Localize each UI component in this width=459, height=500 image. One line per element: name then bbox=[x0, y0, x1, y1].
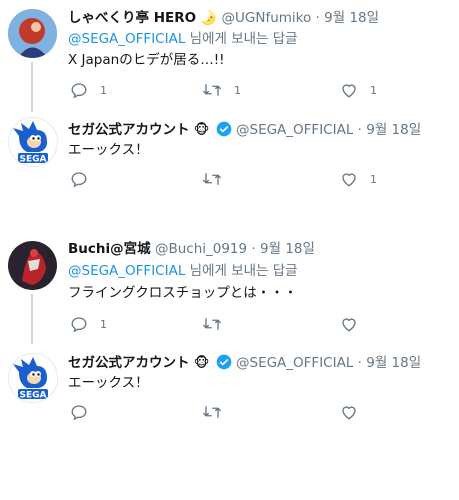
tweet-header: セガ公式アカウント 🐵 @SEGA_OFFICIAL · 9월 18일 bbox=[68, 353, 453, 373]
like-button[interactable] bbox=[340, 402, 370, 422]
monkey-emoji: 🐵 bbox=[193, 122, 210, 138]
reply-button[interactable] bbox=[70, 402, 100, 422]
tweet-header: セガ公式アカウント 🐵 @SEGA_OFFICIAL · 9월 18일 bbox=[68, 120, 453, 140]
retweet-count: 1 bbox=[234, 83, 241, 97]
reply-count: 1 bbox=[100, 83, 107, 97]
timestamp[interactable]: 9월 18일 bbox=[324, 10, 379, 26]
reply-suffix: 님에게 보내는 답글 bbox=[189, 263, 298, 279]
display-name[interactable]: セガ公式アカウント bbox=[68, 355, 190, 371]
heart-icon bbox=[342, 173, 356, 187]
sega-logo-text: SEGA bbox=[20, 155, 47, 165]
thread-line bbox=[31, 294, 33, 344]
verified-badge-icon bbox=[216, 121, 232, 137]
heart-icon bbox=[342, 406, 356, 420]
tweet-text: X Japanのヒデが居る…!! bbox=[68, 52, 225, 68]
tweet-actions: 1 bbox=[68, 169, 428, 189]
verified-badge-icon bbox=[216, 354, 232, 370]
display-name[interactable]: セガ公式アカウント bbox=[68, 122, 190, 138]
timestamp[interactable]: 9월 18일 bbox=[260, 241, 315, 257]
reply-icon bbox=[71, 83, 87, 99]
display-name[interactable]: Buchi@宮城 bbox=[68, 241, 151, 257]
like-count: 1 bbox=[370, 172, 377, 186]
reply-context: @SEGA_OFFICIAL 님에게 보내는 답글 bbox=[68, 29, 453, 50]
like-button[interactable]: 1 bbox=[340, 80, 377, 100]
tweet-text: エーックス！ bbox=[68, 375, 149, 391]
tweet-4[interactable]: SEGA セガ公式アカウント 🐵 @SEGA_OFFICIAL · 9월 18일… bbox=[0, 345, 459, 430]
retweet-icon bbox=[203, 173, 221, 185]
handle[interactable]: @UGNfumiko bbox=[222, 10, 312, 26]
tweet-actions: 1 bbox=[68, 314, 428, 334]
monkey-emoji: 🐵 bbox=[193, 355, 210, 371]
reply-icon bbox=[71, 317, 87, 333]
reply-button[interactable]: 1 bbox=[70, 80, 107, 100]
separator-dot: · bbox=[357, 122, 362, 138]
reply-mention[interactable]: @SEGA_OFFICIAL bbox=[68, 31, 185, 47]
timestamp[interactable]: 9월 18일 bbox=[366, 355, 421, 371]
reply-context: @SEGA_OFFICIAL 님에게 보내는 답글 bbox=[68, 261, 453, 282]
handle[interactable]: @SEGA_OFFICIAL bbox=[236, 355, 353, 371]
tweet-text: フライングクロスチョップとは・・・ bbox=[68, 285, 298, 301]
display-name[interactable]: しゃべくり亭 HERO bbox=[68, 10, 196, 26]
separator-dot: · bbox=[315, 10, 320, 26]
like-count: 1 bbox=[370, 83, 377, 97]
thread-line bbox=[31, 62, 33, 112]
retweet-icon bbox=[203, 406, 221, 418]
retweet-button[interactable]: 1 bbox=[202, 80, 241, 100]
avatar[interactable] bbox=[8, 241, 57, 290]
moon-emoji: 🌛 bbox=[200, 10, 218, 26]
retweet-icon bbox=[203, 318, 221, 330]
tweet-2[interactable]: SEGA セガ公式アカウント 🐵 @SEGA_OFFICIAL · 9월 18일… bbox=[0, 112, 459, 197]
tweet-1[interactable]: しゃべくり亭 HERO 🌛 @UGNfumiko · 9월 18일 @SEGA_… bbox=[0, 0, 459, 112]
retweet-icon bbox=[203, 84, 221, 96]
handle[interactable]: @SEGA_OFFICIAL bbox=[236, 122, 353, 138]
retweet-button[interactable] bbox=[202, 314, 234, 334]
retweet-button[interactable] bbox=[202, 169, 234, 189]
tweet-3[interactable]: Buchi@宮城 @Buchi_0919 · 9월 18일 @SEGA_OFFI… bbox=[0, 234, 459, 344]
tweet-text: エーックス！ bbox=[68, 142, 149, 158]
tweet-actions bbox=[68, 402, 428, 422]
retweet-button[interactable] bbox=[202, 402, 234, 422]
timestamp[interactable]: 9월 18일 bbox=[366, 122, 421, 138]
separator-dot: · bbox=[251, 241, 256, 257]
handle[interactable]: @Buchi_0919 bbox=[155, 241, 247, 257]
tweet-actions: 1 1 1 bbox=[68, 80, 428, 100]
tweet-header: しゃべくり亭 HERO 🌛 @UGNfumiko · 9월 18일 bbox=[68, 8, 453, 28]
separator-dot: · bbox=[357, 355, 362, 371]
like-button[interactable] bbox=[340, 314, 370, 334]
heart-icon bbox=[342, 84, 356, 98]
sega-logo-text: SEGA bbox=[20, 391, 47, 401]
reply-count: 1 bbox=[100, 317, 107, 331]
reply-icon bbox=[71, 172, 87, 188]
avatar[interactable] bbox=[8, 9, 57, 58]
sega-avatar[interactable]: SEGA bbox=[8, 117, 58, 167]
tweet-header: Buchi@宮城 @Buchi_0919 · 9월 18일 bbox=[68, 239, 453, 259]
heart-icon bbox=[342, 318, 356, 332]
like-button[interactable]: 1 bbox=[340, 169, 377, 189]
reply-mention[interactable]: @SEGA_OFFICIAL bbox=[68, 263, 185, 279]
reply-button[interactable]: 1 bbox=[70, 314, 107, 334]
reply-button[interactable] bbox=[70, 169, 100, 189]
sega-avatar[interactable]: SEGA bbox=[8, 353, 58, 403]
reply-suffix: 님에게 보내는 답글 bbox=[189, 31, 298, 47]
reply-icon bbox=[71, 405, 87, 421]
